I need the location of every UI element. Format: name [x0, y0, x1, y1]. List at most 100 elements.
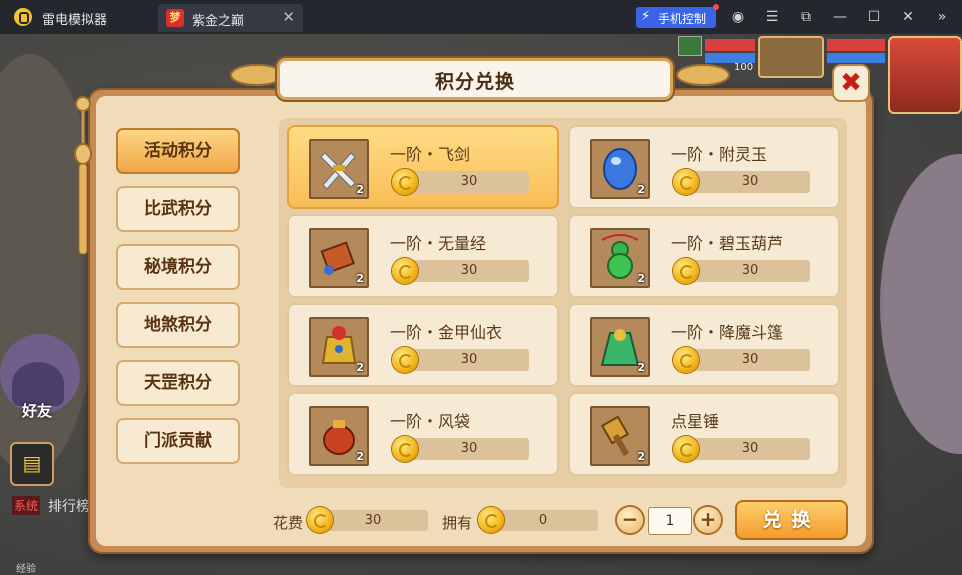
item-icon-box[interactable]: 2 [309, 406, 369, 466]
tab-4[interactable]: 地煞积分 [116, 302, 240, 348]
increase-quantity-button[interactable]: + [695, 507, 721, 533]
tab-2[interactable]: 比武积分 [116, 186, 240, 232]
panel-title-banner: 积分兑换 [280, 61, 670, 97]
item-price: 30 [690, 171, 810, 193]
coin-icon [478, 507, 504, 533]
account-icon[interactable]: ◉ [728, 7, 748, 27]
tassel-ornament-icon [74, 96, 92, 255]
lightning-icon: ⚡ [641, 9, 651, 24]
coin-icon [392, 258, 418, 284]
pet-hp-bar [826, 38, 886, 52]
own-label: 拥有 [442, 514, 473, 532]
item-name: 一阶・飞剑 [390, 145, 471, 164]
app-name: 雷电模拟器 [42, 13, 108, 28]
item-card[interactable]: 2 一阶・无量经 30 [287, 214, 559, 298]
pet-portrait[interactable] [758, 36, 824, 78]
item-card[interactable]: 2 一阶・附灵玉 30 [568, 125, 840, 209]
item-card[interactable]: 2 一阶・金甲仙衣 30 [287, 303, 559, 387]
hud-hp-bar [704, 38, 756, 52]
coin-icon [392, 169, 418, 195]
item-price: 30 [690, 349, 810, 371]
item-icon-box[interactable]: 2 [309, 317, 369, 377]
coin-icon [392, 436, 418, 462]
item-name: 一阶・无量经 [390, 234, 487, 253]
menu-icon[interactable]: ☰ [762, 7, 782, 27]
item-icon-box[interactable]: 2 [590, 406, 650, 466]
item-price: 30 [409, 438, 529, 460]
notification-dot [713, 4, 719, 10]
coin-icon [673, 347, 699, 373]
item-card[interactable]: 2 一阶・风袋 30 [287, 392, 559, 476]
coin-icon [673, 169, 699, 195]
item-count: 2 [356, 361, 364, 374]
tab-5[interactable]: 天罡积分 [116, 360, 240, 406]
item-count: 2 [356, 272, 364, 285]
banner-wing-left [230, 64, 284, 86]
tab-close-icon[interactable]: ✕ [282, 8, 295, 26]
maximize-icon[interactable]: ☐ [864, 7, 884, 27]
expand-sidebar-icon[interactable]: » [932, 7, 952, 27]
item-name: 一阶・碧玉葫芦 [671, 234, 784, 253]
tab-6[interactable]: 门派贡献 [116, 418, 240, 464]
item-name: 点星锤 [671, 412, 720, 431]
item-count: 2 [637, 183, 645, 196]
tab-game[interactable]: 梦 紫金之巅 ✕ [158, 4, 303, 32]
item-count: 2 [637, 450, 645, 463]
emulator-logo-icon [14, 8, 32, 26]
item-price: 30 [690, 438, 810, 460]
own-value: 0 [488, 510, 598, 531]
item-card[interactable]: 2 一阶・降魔斗篷 30 [568, 303, 840, 387]
item-icon-box[interactable]: 2 [590, 139, 650, 199]
item-name: 一阶・降魔斗篷 [671, 323, 784, 342]
tab-1[interactable]: 活动积分 [116, 128, 240, 174]
panel-title: 积分兑换 [434, 71, 515, 93]
coin-icon [673, 258, 699, 284]
item-card[interactable]: 2 点星锤 30 [568, 392, 840, 476]
item-icon-box[interactable]: 2 [590, 228, 650, 288]
close-window-icon[interactable]: ✕ [898, 7, 918, 27]
hud-badge-icon[interactable] [678, 36, 702, 56]
coin-icon [392, 347, 418, 373]
item-card[interactable]: 2 一阶・飞剑 30 [287, 125, 559, 209]
decrease-quantity-button[interactable]: − [617, 507, 643, 533]
pet-mp-bar [826, 52, 886, 64]
item-card[interactable]: 2 一阶・碧玉葫芦 30 [568, 214, 840, 298]
item-icon-box[interactable]: 2 [309, 228, 369, 288]
banner-wing-right [676, 64, 730, 86]
minimize-icon[interactable]: — [830, 7, 850, 27]
cost-value: 30 [318, 510, 428, 531]
chat-icon[interactable]: ▤ [10, 442, 54, 486]
close-icon: ✖ [840, 68, 862, 98]
coin-icon [673, 436, 699, 462]
phone-control-label: 手机控制 [658, 12, 707, 26]
coin-icon [307, 507, 333, 533]
popout-icon[interactable]: ⧉ [796, 7, 816, 27]
item-name: 一阶・金甲仙衣 [390, 323, 503, 342]
friends-label[interactable]: 好友 [22, 400, 52, 421]
tab-3[interactable]: 秘境积分 [116, 244, 240, 290]
exp-label: 经验 [16, 564, 36, 575]
player-avatar[interactable] [888, 36, 962, 114]
scene-tree-right [880, 154, 962, 454]
item-price: 30 [409, 171, 529, 193]
item-count: 2 [637, 361, 645, 374]
item-count: 2 [356, 183, 364, 196]
phone-control-button[interactable]: ⚡ 手机控制 [636, 4, 719, 28]
item-name: 一阶・附灵玉 [671, 145, 768, 164]
close-button[interactable]: ✖ [834, 66, 868, 100]
rank-text: 排行榜 [48, 499, 90, 515]
exchange-button[interactable]: 兑换 [735, 500, 848, 540]
hud-number: 100 [734, 62, 754, 73]
cost-label: 花费 [273, 514, 304, 532]
item-count: 2 [356, 450, 364, 463]
emulator-titlebar: 雷电模拟器 梦 紫金之巅 ✕ ⚡ 手机控制 ◉ ☰ ⧉ — ☐ ✕ » [0, 0, 962, 34]
item-icon-box[interactable]: 2 [309, 139, 369, 199]
item-icon-box[interactable]: 2 [590, 317, 650, 377]
item-price: 30 [409, 260, 529, 282]
game-icon: 梦 [166, 9, 184, 27]
tab-title: 紫金之巅 [192, 14, 245, 29]
item-grid: 2 一阶・飞剑 30 2 一阶・附灵玉 30 2 一阶・无量经 30 2 一阶・碧玉葫芦 30 2 一阶・… [279, 118, 847, 488]
quantity-field[interactable]: 1 [648, 507, 692, 535]
item-count: 2 [637, 272, 645, 285]
item-price: 30 [690, 260, 810, 282]
